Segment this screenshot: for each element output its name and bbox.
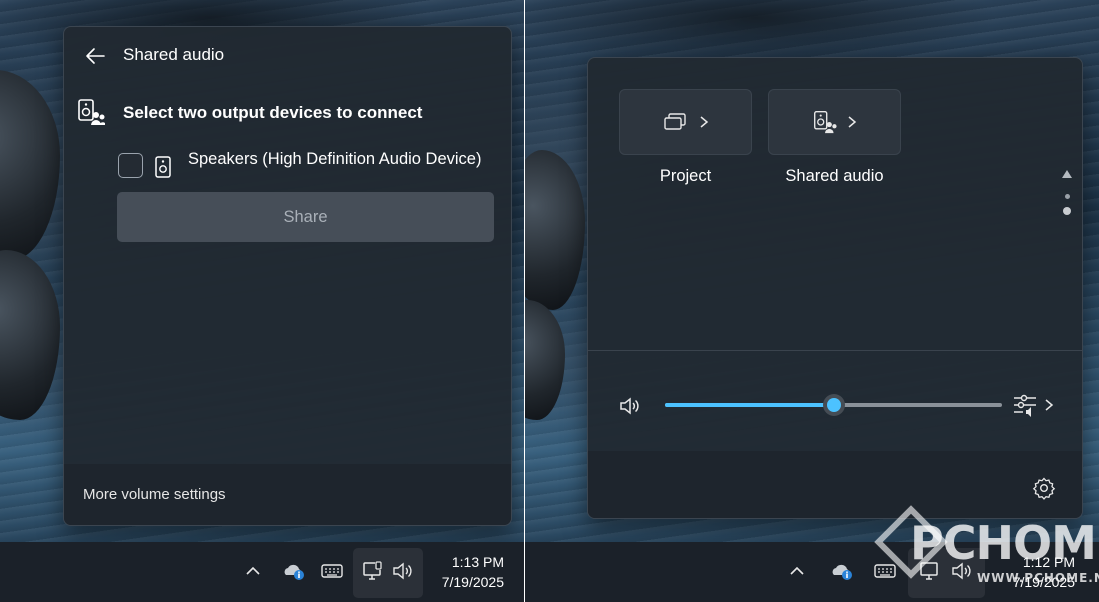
- quick-settings-flyout: Project Shared audio: [587, 57, 1083, 519]
- panel-title: Shared audio: [123, 45, 225, 64]
- section-divider: [588, 350, 1082, 351]
- shared-audio-flyout: Shared audio Select two output devices t…: [63, 26, 512, 526]
- clock-time: 1:13 PM: [451, 554, 504, 570]
- left-screen: Shared audio Select two output devices t…: [0, 0, 524, 602]
- network-icon: [915, 556, 945, 586]
- volume-fill: [665, 403, 834, 407]
- taskbar-clock[interactable]: 1:12 PM 7/19/2025: [991, 552, 1075, 592]
- project-tile[interactable]: [619, 89, 752, 155]
- keyboard-icon[interactable]: [317, 556, 347, 586]
- mixer-icon: [1014, 394, 1036, 417]
- shared-audio-label: Shared audio: [785, 167, 884, 185]
- speaker-icon: [388, 556, 418, 586]
- project-label: Project: [659, 167, 712, 185]
- more-volume-settings-link[interactable]: More volume settings: [83, 486, 226, 503]
- chevron-right-icon: [848, 116, 856, 128]
- chevron-right-icon: [1045, 399, 1054, 411]
- clock-time: 1:12 PM: [1022, 554, 1075, 570]
- volume-thumb[interactable]: [822, 394, 845, 416]
- network-icon: [358, 556, 388, 586]
- speaker-icon: [947, 556, 977, 586]
- chevron-up-icon[interactable]: [238, 556, 268, 586]
- clock-date: 7/19/2025: [441, 574, 504, 590]
- speaker-icon[interactable]: [618, 394, 642, 418]
- chevron-up-icon[interactable]: [782, 556, 812, 586]
- taskbar: 1:13 PM 7/19/2025: [0, 542, 524, 602]
- taskbar-clock[interactable]: 1:13 PM 7/19/2025: [420, 552, 504, 592]
- shared-audio-icon: [813, 111, 837, 134]
- project-icon: [663, 113, 686, 130]
- shared-audio-tile[interactable]: [768, 89, 901, 155]
- onedrive-icon[interactable]: [279, 556, 309, 586]
- sound-output-button[interactable]: [1012, 391, 1056, 419]
- clock-date: 7/19/2025: [1012, 574, 1075, 590]
- right-screen: Project Shared audio 1:12 PM 7/19/2025: [525, 0, 1099, 602]
- volume-slider[interactable]: [665, 394, 1002, 416]
- gear-icon[interactable]: [1032, 476, 1056, 500]
- back-arrow-icon[interactable]: [84, 45, 106, 67]
- taskbar: 1:12 PM 7/19/2025: [525, 542, 1099, 602]
- device-label: Speakers (High Definition Audio Device): [188, 150, 482, 168]
- page-dot-active[interactable]: [1063, 207, 1071, 215]
- device-checkbox[interactable]: [118, 153, 143, 178]
- keyboard-icon[interactable]: [870, 556, 900, 586]
- page-up-icon[interactable]: [1062, 170, 1072, 178]
- speaker-device-icon: [155, 156, 171, 178]
- page-indicator[interactable]: [1062, 170, 1072, 215]
- section-heading: Select two output devices to connect: [123, 103, 423, 122]
- shared-audio-icon: [78, 99, 105, 125]
- flyout-footer: [588, 451, 1082, 518]
- onedrive-icon[interactable]: [827, 556, 857, 586]
- page-dot[interactable]: [1064, 194, 1070, 199]
- share-button[interactable]: Share: [117, 192, 494, 242]
- chevron-right-icon: [700, 116, 708, 128]
